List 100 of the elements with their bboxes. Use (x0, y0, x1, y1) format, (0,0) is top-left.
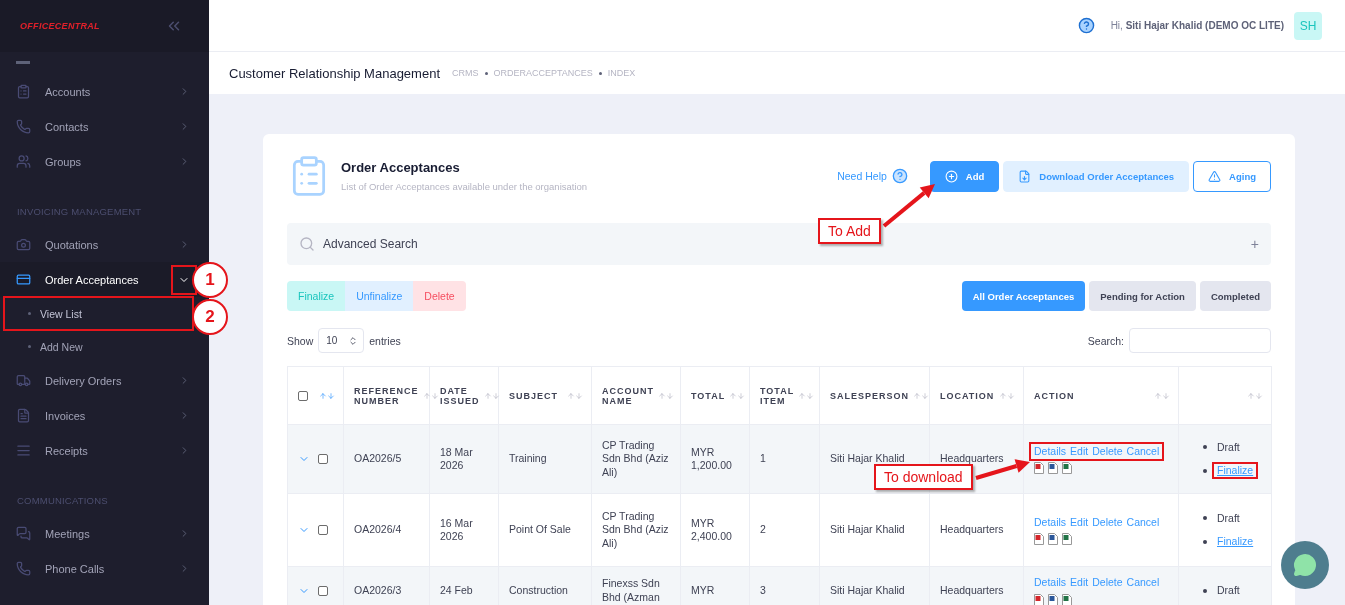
breadcrumb-link[interactable]: INDEX (607, 68, 636, 78)
sidebar-item[interactable]: Delivery Orders (0, 363, 209, 398)
excel-file-icon[interactable] (1062, 593, 1072, 605)
user-greeting[interactable]: Hi, Siti Hajar Khalid (DEMO OC LITE) (1110, 20, 1284, 31)
logo[interactable]: OFFICECENTRAL (20, 21, 100, 31)
table-cell: 24 Feb (440, 583, 473, 596)
sort-icon[interactable] (798, 391, 814, 400)
status-text: Draft (1217, 440, 1240, 454)
table-cell: OA2026/3 (354, 583, 402, 596)
sidebar-subitem[interactable]: Add New (5, 331, 192, 362)
sidebar-section: COMMUNICATIONS (0, 468, 209, 516)
help-icon[interactable] (891, 168, 908, 184)
length-label: entries (369, 334, 401, 347)
action-link[interactable]: Delete (1092, 515, 1123, 530)
sidebar-subitem[interactable]: View List (5, 298, 192, 329)
action-link[interactable]: Delete (1092, 444, 1123, 459)
action-link[interactable]: Cancel (1126, 515, 1160, 530)
action-link[interactable]: Details (1034, 576, 1067, 590)
sidebar-item[interactable]: Groups (0, 144, 209, 179)
filter-tab[interactable]: Pending for Action (1089, 281, 1196, 311)
sort-icon[interactable] (729, 391, 746, 400)
column-header[interactable]: LOCATION (940, 390, 995, 401)
filter-tab[interactable]: Completed (1199, 281, 1271, 311)
menu-icon (16, 561, 31, 576)
bullet-dot (1203, 445, 1207, 450)
help-icon[interactable] (1077, 17, 1095, 34)
callout-tooltip: To download (874, 464, 973, 490)
excel-file-icon[interactable] (1062, 533, 1072, 546)
sort-icon[interactable] (999, 391, 1015, 400)
action-link[interactable]: Delete (1092, 576, 1123, 590)
sort-icon[interactable] (483, 391, 500, 400)
toolbar-button[interactable]: Aging (1193, 160, 1271, 192)
status-link[interactable]: Finalize (1214, 464, 1257, 478)
checkbox[interactable] (318, 585, 328, 596)
column-header[interactable]: TOTAL (691, 390, 726, 401)
sidebar-item[interactable]: Accounts (0, 74, 209, 109)
sidebar-item[interactable]: Receipts (0, 433, 209, 468)
bulk-action-button[interactable]: Finalize (287, 281, 346, 311)
column-header[interactable]: TOTAL ITEM (760, 385, 794, 406)
word-file-icon[interactable] (1048, 593, 1058, 605)
sidebar-item[interactable]: Meetings (0, 516, 209, 551)
bulk-action-button[interactable]: Delete (413, 281, 466, 311)
chat-button[interactable] (1281, 541, 1329, 589)
word-file-icon[interactable] (1048, 533, 1058, 546)
checkbox[interactable] (318, 525, 328, 535)
checkbox[interactable] (298, 390, 308, 401)
sort-icon[interactable] (1154, 391, 1170, 400)
pdf-file-icon[interactable] (1034, 593, 1044, 605)
action-link[interactable]: Edit (1070, 444, 1089, 459)
breadcrumb-link[interactable]: CRMS (452, 68, 479, 78)
user-avatar[interactable]: SH (1294, 11, 1322, 40)
action-link[interactable]: Cancel (1126, 576, 1160, 590)
action-link[interactable]: Edit (1070, 576, 1089, 590)
sidebar-item[interactable]: Invoices (0, 398, 209, 433)
sidebar-item[interactable]: Phone Calls (0, 551, 209, 586)
length-label: Show (287, 334, 314, 347)
sort-icon[interactable] (319, 391, 335, 400)
sidebar-section: INVOICING MANAGEMENT (0, 179, 209, 227)
sort-icon[interactable] (913, 391, 929, 400)
action-link[interactable]: Details (1034, 444, 1067, 459)
bulk-action-button[interactable]: Unfinalize (345, 281, 414, 311)
status-link[interactable]: Finalize (1214, 535, 1257, 549)
table-cell: Siti Hajar Khalid (830, 452, 905, 465)
pdf-file-icon[interactable] (1034, 533, 1044, 546)
step-badge: 2 (192, 299, 228, 335)
menu-toggle[interactable] (173, 266, 195, 293)
help-link[interactable]: Need Help (837, 168, 908, 184)
table-cell: OA2026/5 (354, 452, 402, 465)
sort-icon[interactable] (658, 391, 674, 400)
expand-toggle[interactable]: + (1250, 236, 1259, 252)
table-cell: CP Trading Sdn Bhd (Aziz Ali) (602, 439, 669, 478)
sort-icon[interactable] (567, 391, 583, 400)
filter-tab[interactable]: All Order Acceptances (961, 281, 1086, 311)
column-header[interactable]: SALESPERSON (830, 390, 909, 401)
sidebar-item[interactable]: Contacts (0, 109, 209, 144)
search-field[interactable] (1129, 328, 1271, 353)
action-link[interactable]: Edit (1070, 515, 1089, 530)
toolbar-button[interactable]: Add (929, 160, 1000, 192)
sort-icon[interactable] (422, 391, 439, 400)
action-link[interactable]: Cancel (1126, 444, 1160, 459)
table-cell: Training (509, 452, 547, 465)
page-title: Customer Relationship Management (229, 65, 440, 81)
word-file-icon[interactable] (1048, 462, 1058, 475)
table-cell: Siti Hajar Khalid (830, 523, 905, 536)
page-size-select[interactable]: 10 (318, 328, 365, 353)
column-header[interactable]: SUBJECT (509, 390, 558, 401)
toolbar-button[interactable]: Download Order Acceptances (1003, 160, 1190, 192)
action-link[interactable]: Details (1034, 515, 1067, 530)
sidebar-item[interactable]: Quotations (0, 227, 209, 262)
column-header[interactable]: ACTION (1034, 390, 1075, 401)
callout-tooltip: To Add (818, 218, 881, 244)
checkbox[interactable] (318, 454, 328, 464)
table-cell: CP Trading Sdn Bhd (Aziz Ali) (602, 510, 669, 549)
sort-icon[interactable] (1247, 391, 1263, 400)
breadcrumb-link[interactable]: ORDERACCEPTANCES (493, 68, 593, 78)
menu-icon (16, 443, 31, 458)
pdf-file-icon[interactable] (1034, 462, 1044, 475)
menu-icon (16, 272, 31, 287)
table-cell: MYR 2,400.00 (691, 516, 732, 542)
excel-file-icon[interactable] (1062, 462, 1072, 475)
